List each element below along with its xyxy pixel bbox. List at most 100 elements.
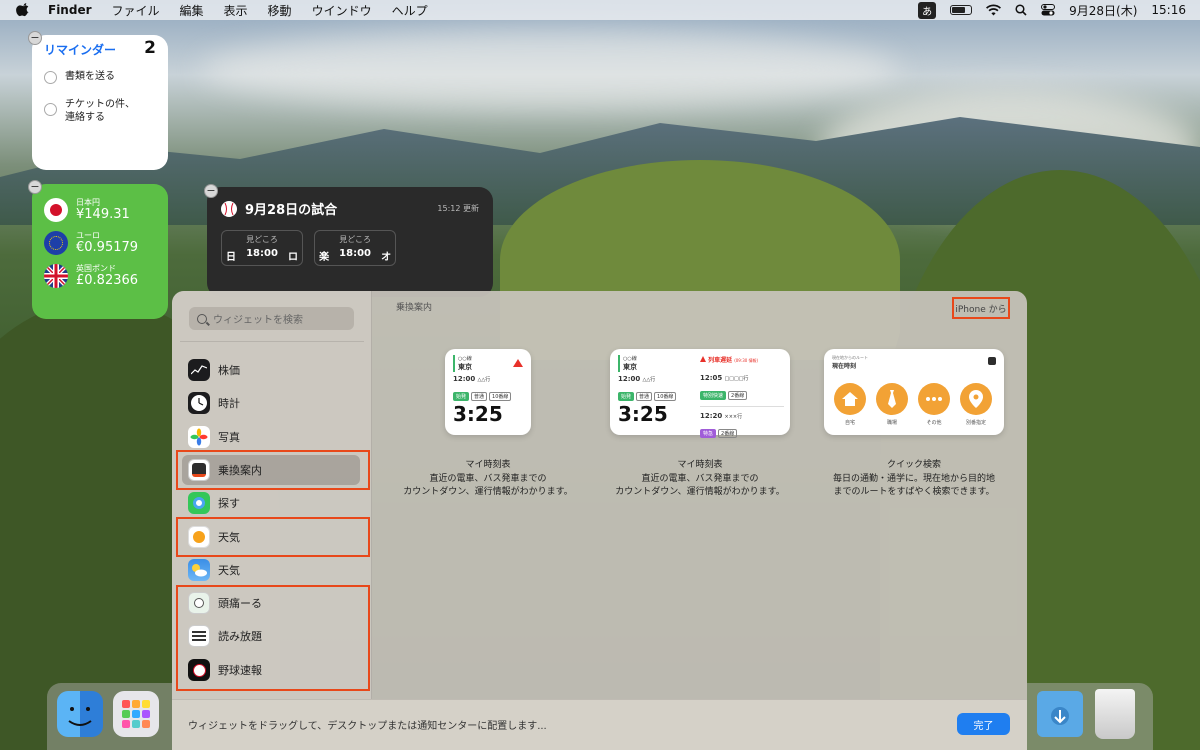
highlight-box bbox=[176, 585, 370, 691]
baseball-icon bbox=[221, 200, 237, 217]
trash-icon[interactable] bbox=[1095, 689, 1135, 739]
remove-widget-button[interactable]: − bbox=[28, 31, 42, 45]
alert-icon bbox=[513, 359, 523, 367]
train-tag: 10番線 bbox=[489, 392, 512, 401]
eu-flag-icon bbox=[44, 231, 68, 255]
reminder-text: チケットの件、 連絡する bbox=[65, 99, 135, 123]
station-name: 東京 bbox=[623, 363, 637, 371]
iphone-source-button[interactable]: iPhone から bbox=[952, 297, 1010, 319]
preview-caption: クイック検索 毎日の通勤・通学に。現在地から目的地 までのルートをすばやく検索で… bbox=[814, 459, 1014, 499]
sidebar-item-stocks[interactable]: 株価 bbox=[182, 355, 360, 385]
preview-desc: までのルートをすばやく検索できます。 bbox=[833, 487, 995, 497]
menubar-time[interactable]: 15:16 bbox=[1151, 3, 1186, 17]
match-team-home: 日 bbox=[226, 252, 236, 263]
reminders-count: 2 bbox=[144, 38, 156, 58]
menu-go[interactable]: 移動 bbox=[268, 2, 292, 19]
spotlight-search-icon[interactable] bbox=[1015, 4, 1027, 16]
apple-icon[interactable] bbox=[16, 3, 30, 17]
reminder-item[interactable]: 書類を送る bbox=[44, 70, 156, 84]
home-icon bbox=[842, 392, 858, 406]
widget-preview-my-timetable-medium[interactable]: ○○線 東京 12:00 △△行 始発 普通 10番線 3:25 列車遅延 (09:… bbox=[610, 349, 790, 438]
control-center-icon[interactable] bbox=[1041, 4, 1056, 16]
baseball-widget-title: 9月28日の試合 bbox=[245, 203, 338, 218]
next-departure-time: 12:05 bbox=[700, 374, 723, 382]
launchpad-icon[interactable] bbox=[113, 691, 159, 737]
baseball-match-card[interactable]: 見どころ 日 18:00 ロ bbox=[221, 230, 303, 266]
sidebar-item-label: 株価 bbox=[218, 364, 240, 377]
reminder-checkbox[interactable] bbox=[44, 71, 57, 84]
stocks-icon bbox=[188, 359, 210, 381]
search-placeholder: ウィジェットを検索 bbox=[213, 315, 303, 326]
sidebar-item-label: 時計 bbox=[218, 397, 240, 410]
train-tag: 特別快速 bbox=[700, 391, 727, 400]
widget-preview-my-timetable-small[interactable]: ○○線 東京 12:00 △△行 始発 普通 10番線 3:25 bbox=[445, 349, 531, 435]
weather-icon bbox=[188, 559, 210, 581]
menubar-date[interactable]: 9月28日(木) bbox=[1069, 2, 1137, 19]
drag-hint-text: ウィジェットをドラッグして、デスクトップまたは通知センターに配置します... bbox=[188, 721, 547, 732]
reminder-checkbox[interactable] bbox=[44, 103, 57, 116]
remove-widget-button[interactable]: − bbox=[28, 180, 42, 194]
sidebar-item-label: 探す bbox=[218, 497, 240, 510]
alert-time: (09:30 情報) bbox=[734, 358, 759, 363]
downloads-folder-icon[interactable] bbox=[1037, 691, 1083, 737]
train-tag: 始発 bbox=[453, 392, 470, 401]
currency-name: ユーロ bbox=[76, 231, 100, 240]
station-line: ○○線 bbox=[623, 356, 637, 362]
sidebar-item-label: 天気 bbox=[218, 564, 240, 577]
sidebar-item-photos[interactable]: 写真 bbox=[182, 422, 360, 452]
alert-text: 列車遅延 bbox=[708, 357, 733, 364]
preview-desc: 毎日の通勤・通学に。現在地から目的地 bbox=[832, 474, 995, 484]
menu-edit[interactable]: 編集 bbox=[180, 2, 204, 19]
quick-other-button[interactable] bbox=[918, 383, 950, 415]
currency-name: 英国ポンド bbox=[76, 264, 116, 273]
currency-widget[interactable]: 日本円 ¥149.31 ユーロ €0.95179 英国ポンド £0.82366 bbox=[32, 184, 168, 319]
dock bbox=[47, 683, 172, 750]
preview-desc: カウントダウン、運行情報がわかります。 bbox=[403, 487, 573, 497]
widget-gallery: ウィジェットを検索 株価 時計 写真 乗換案内 探す 天気 天気 頭痛ーる 読み… bbox=[172, 291, 1027, 750]
baseball-match-card[interactable]: 見どころ 楽 18:00 オ bbox=[314, 230, 397, 266]
menu-file[interactable]: ファイル bbox=[112, 2, 160, 19]
route-header: 現在時刻 bbox=[832, 363, 857, 370]
preview-caption: マイ時刻表 直近の電車、バス発車までの カウントダウン、運行情報がわかります。 bbox=[600, 459, 800, 499]
wifi-icon[interactable] bbox=[986, 4, 1002, 16]
countdown: 3:25 bbox=[453, 402, 503, 426]
menu-app-finder[interactable]: Finder bbox=[48, 3, 92, 17]
currency-name: 日本円 bbox=[76, 198, 100, 207]
input-method-indicator[interactable]: あ bbox=[918, 1, 937, 19]
sidebar-item-clock[interactable]: 時計 bbox=[182, 388, 360, 418]
widget-search-input[interactable]: ウィジェットを検索 bbox=[189, 307, 354, 330]
currency-row: 英国ポンド £0.82366 bbox=[44, 264, 156, 288]
menu-window[interactable]: ウインドウ bbox=[312, 2, 372, 19]
sidebar-divider bbox=[180, 341, 364, 342]
quick-work-button[interactable] bbox=[876, 383, 908, 415]
reminders-widget[interactable]: リマインダー 2 書類を送る チケットの件、 連絡する bbox=[32, 35, 168, 170]
match-label: 見どころ bbox=[246, 235, 278, 244]
widget-preview-quick-search[interactable]: 現在地からのルート 現在時刻 自宅 職場 その他 別番指定 bbox=[824, 349, 1004, 435]
widget-preview-area: 乗換案内 iPhone から ○○線 東京 12:00 △△行 始発 普通 10番線… bbox=[372, 291, 1027, 699]
battery-icon[interactable] bbox=[950, 5, 973, 15]
quick-home-button[interactable] bbox=[834, 383, 866, 415]
dock bbox=[1027, 683, 1153, 750]
highlight-box bbox=[176, 450, 370, 490]
done-button[interactable]: 完了 bbox=[957, 713, 1010, 735]
search-icon bbox=[197, 313, 207, 324]
reminder-item[interactable]: チケットの件、 連絡する bbox=[44, 98, 156, 124]
sidebar-item-findmy[interactable]: 探す bbox=[182, 488, 360, 518]
sidebar-item-weather[interactable]: 天気 bbox=[182, 555, 360, 585]
departure-time: 12:00 bbox=[453, 375, 476, 383]
next-departure-time: 12:20 bbox=[700, 412, 723, 420]
sidebar-item-label: 写真 bbox=[218, 431, 240, 444]
location-pin-icon bbox=[969, 390, 983, 408]
baseball-widget[interactable]: 9月28日の試合 15:12 更新 見どころ 日 18:00 ロ 見どころ 楽 … bbox=[207, 187, 493, 297]
quick-custom-button[interactable] bbox=[960, 383, 992, 415]
menu-help[interactable]: ヘルプ bbox=[392, 2, 428, 19]
finder-icon[interactable] bbox=[57, 691, 103, 737]
remove-widget-button[interactable]: − bbox=[204, 184, 218, 198]
train-tag: 普通 bbox=[471, 392, 488, 401]
train-tag: 2番線 bbox=[728, 391, 748, 400]
match-team-away: オ bbox=[381, 252, 392, 263]
menu-view[interactable]: 表示 bbox=[224, 2, 248, 19]
quick-button-label: その他 bbox=[926, 420, 942, 426]
preview-title: マイ時刻表 bbox=[677, 460, 723, 470]
necktie-icon bbox=[888, 390, 896, 408]
